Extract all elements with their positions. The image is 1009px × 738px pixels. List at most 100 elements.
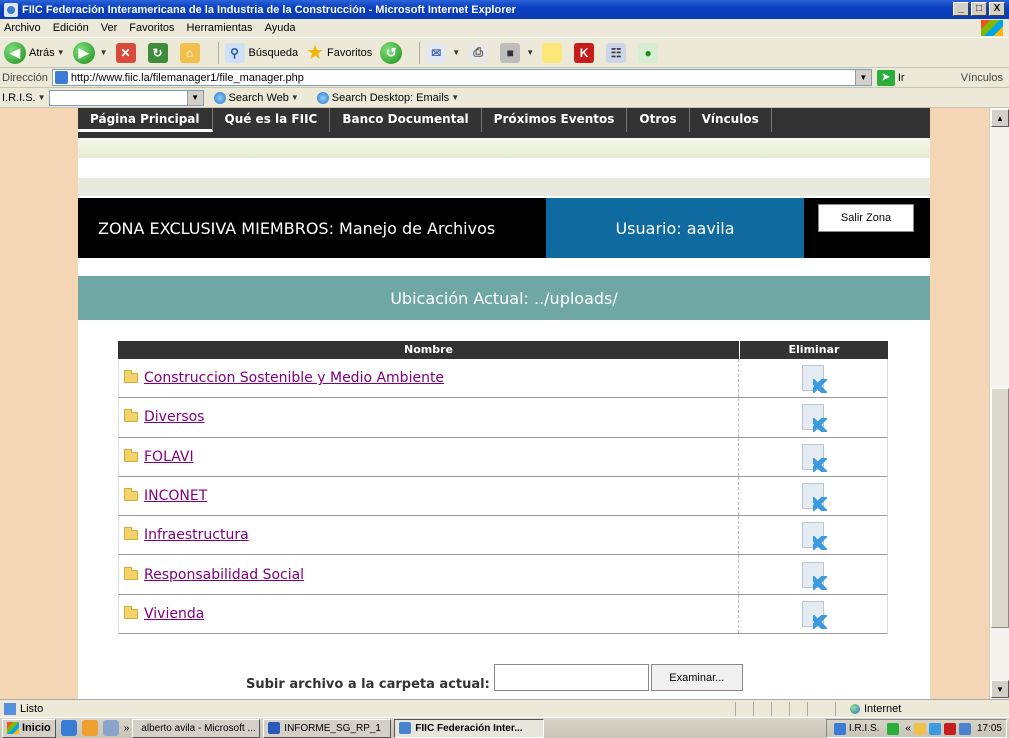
tray-mail-icon[interactable] [913,722,926,735]
quicklaunch-desktop-icon[interactable] [102,720,119,736]
address-input[interactable]: http://www.fiic.la/filemanager1/file_man… [51,69,872,86]
history-button[interactable]: ↺ [380,41,405,64]
menu-edicion[interactable]: Edición [53,22,89,34]
window-title: FIIC Federación Interamericana de la Ind… [22,3,516,16]
chevron-down-icon: ▼ [56,48,65,57]
task-word[interactable]: INFORME_SG_RP_1 [263,718,392,738]
table-row: Infraestructura [118,516,888,556]
chevron-down-icon[interactable]: ▼ [186,90,203,105]
tray-expand-icon[interactable]: « [905,723,911,734]
windows-flag-icon [7,722,19,734]
start-button[interactable]: Inicio [2,718,56,738]
exit-zone-button[interactable]: Salir Zona [818,204,914,232]
edit-button[interactable]: ■ ▼ [500,42,534,63]
nav-que-es-la-fiic[interactable]: Qué es la FIIC [213,108,331,132]
nav-otros[interactable]: Otros [627,108,690,132]
delete-icon[interactable] [802,600,828,629]
research-icon: ☷ [606,42,627,63]
go-arrow-icon[interactable]: ➤ [876,69,895,86]
tray-k-icon[interactable] [943,722,956,735]
folder-icon [124,448,138,462]
delete-icon[interactable] [802,483,828,512]
mail-button[interactable]: ✉ ▼ [426,42,461,63]
upload-file-input[interactable] [493,664,649,691]
notes-button[interactable] [542,42,566,63]
refresh-button[interactable]: ↻ [147,42,172,63]
messenger-button[interactable]: ● [638,42,662,63]
home-button[interactable]: ⌂ [179,42,204,63]
k-button[interactable]: K [574,42,598,63]
nav-pagina-principal[interactable]: Página Principal [78,108,213,132]
table-row: Vivienda [118,594,888,635]
search-web-icon [213,91,226,104]
page-icon [54,71,68,84]
menu-ayuda[interactable]: Ayuda [265,22,296,34]
vertical-scrollbar[interactable]: ▲ ▼ [989,108,1009,699]
header-divider [78,178,930,196]
back-button[interactable]: ◀ Atrás ▼ [4,41,65,64]
folder-link[interactable]: Responsabilidad Social [144,567,304,583]
stop-button[interactable]: ✕ [115,42,140,63]
nav-proximos-eventos[interactable]: Próximos Eventos [482,108,628,132]
links-button[interactable]: Vínculos [961,72,1003,84]
iris-tray-icon[interactable] [833,722,846,735]
research-button[interactable]: ☷ [606,42,630,63]
table-row: Responsabilidad Social [118,555,888,595]
favorites-button[interactable]: ★ Favoritos [306,40,372,65]
folder-icon [124,605,138,619]
folder-link[interactable]: Vivienda [144,606,204,622]
menu-herramientas[interactable]: Herramientas [187,22,253,34]
folder-link[interactable]: Infraestructura [144,527,249,543]
tray-volume-icon[interactable] [958,722,971,735]
ie-icon [4,2,18,17]
iris-toolbar: I.R.I.S. ▼ ▼ Search Web ▼ Search Desktop… [0,88,1009,108]
tray-messenger-icon[interactable] [928,722,941,735]
delete-icon[interactable] [802,365,828,394]
menu-ver[interactable]: Ver [101,22,118,34]
quicklaunch-outlook-icon[interactable] [81,720,98,736]
print-button[interactable]: ⎙ [468,42,492,63]
status-cells [735,702,825,716]
files-table: Nombre Eliminar Construccion Sostenible … [118,341,888,635]
delete-icon[interactable] [802,561,828,590]
search-button[interactable]: ⚲ Búsqueda [224,42,298,63]
quicklaunch-ie-icon[interactable] [60,720,77,736]
window-controls: _ □ X [953,2,1005,16]
search-web-button[interactable]: Search Web ▼ [213,91,299,104]
nav-banco-documental[interactable]: Banco Documental [330,108,482,132]
task-label: FIIC Federación Inter... [415,722,523,734]
nav-strip [78,138,930,158]
forward-button[interactable]: ▶ ▼ [72,41,108,64]
task-outlook[interactable]: alberto avila - Microsoft ... [132,718,261,738]
menu-archivo[interactable]: Archivo [4,22,41,34]
minimize-button[interactable]: _ [953,2,969,16]
scroll-down-icon[interactable]: ▼ [991,680,1009,698]
nav-vinculos[interactable]: Vínculos [690,108,772,132]
iris-button[interactable]: I.R.I.S. [2,92,36,104]
exit-zone-panel: Salir Zona [804,198,930,258]
chevron-down-icon: ▼ [452,48,461,57]
network-icon[interactable] [887,722,900,735]
folder-link[interactable]: FOLAVI [144,449,194,465]
start-label: Inicio [22,722,51,734]
scroll-up-icon[interactable]: ▲ [991,109,1009,127]
delete-icon[interactable] [802,443,828,472]
task-ie[interactable]: FIIC Federación Inter... [394,718,545,738]
search-desktop-button[interactable]: Search Desktop: Emails ▼ [316,91,459,104]
chevron-down-icon[interactable]: ▼ [854,70,871,85]
close-button[interactable]: X [989,2,1005,16]
chevron-down-icon: ▼ [290,93,299,102]
go-button[interactable]: Ir [898,72,905,84]
scroll-thumb[interactable] [991,388,1009,628]
folder-link[interactable]: INCONET [144,488,207,504]
iris-search-input[interactable]: ▼ [48,89,204,106]
browse-button[interactable]: Examinar... [650,664,743,691]
quicklaunch-more-icon[interactable]: » [124,723,130,734]
folder-link[interactable]: Diversos [144,409,204,425]
folder-link[interactable]: Construccion Sostenible y Medio Ambiente [144,370,444,386]
delete-icon[interactable] [802,522,828,551]
maximize-button[interactable]: □ [971,2,987,16]
delete-icon[interactable] [802,404,828,433]
menu-favoritos[interactable]: Favoritos [129,22,174,34]
tray-iris-label: I.R.I.S. [848,723,880,734]
